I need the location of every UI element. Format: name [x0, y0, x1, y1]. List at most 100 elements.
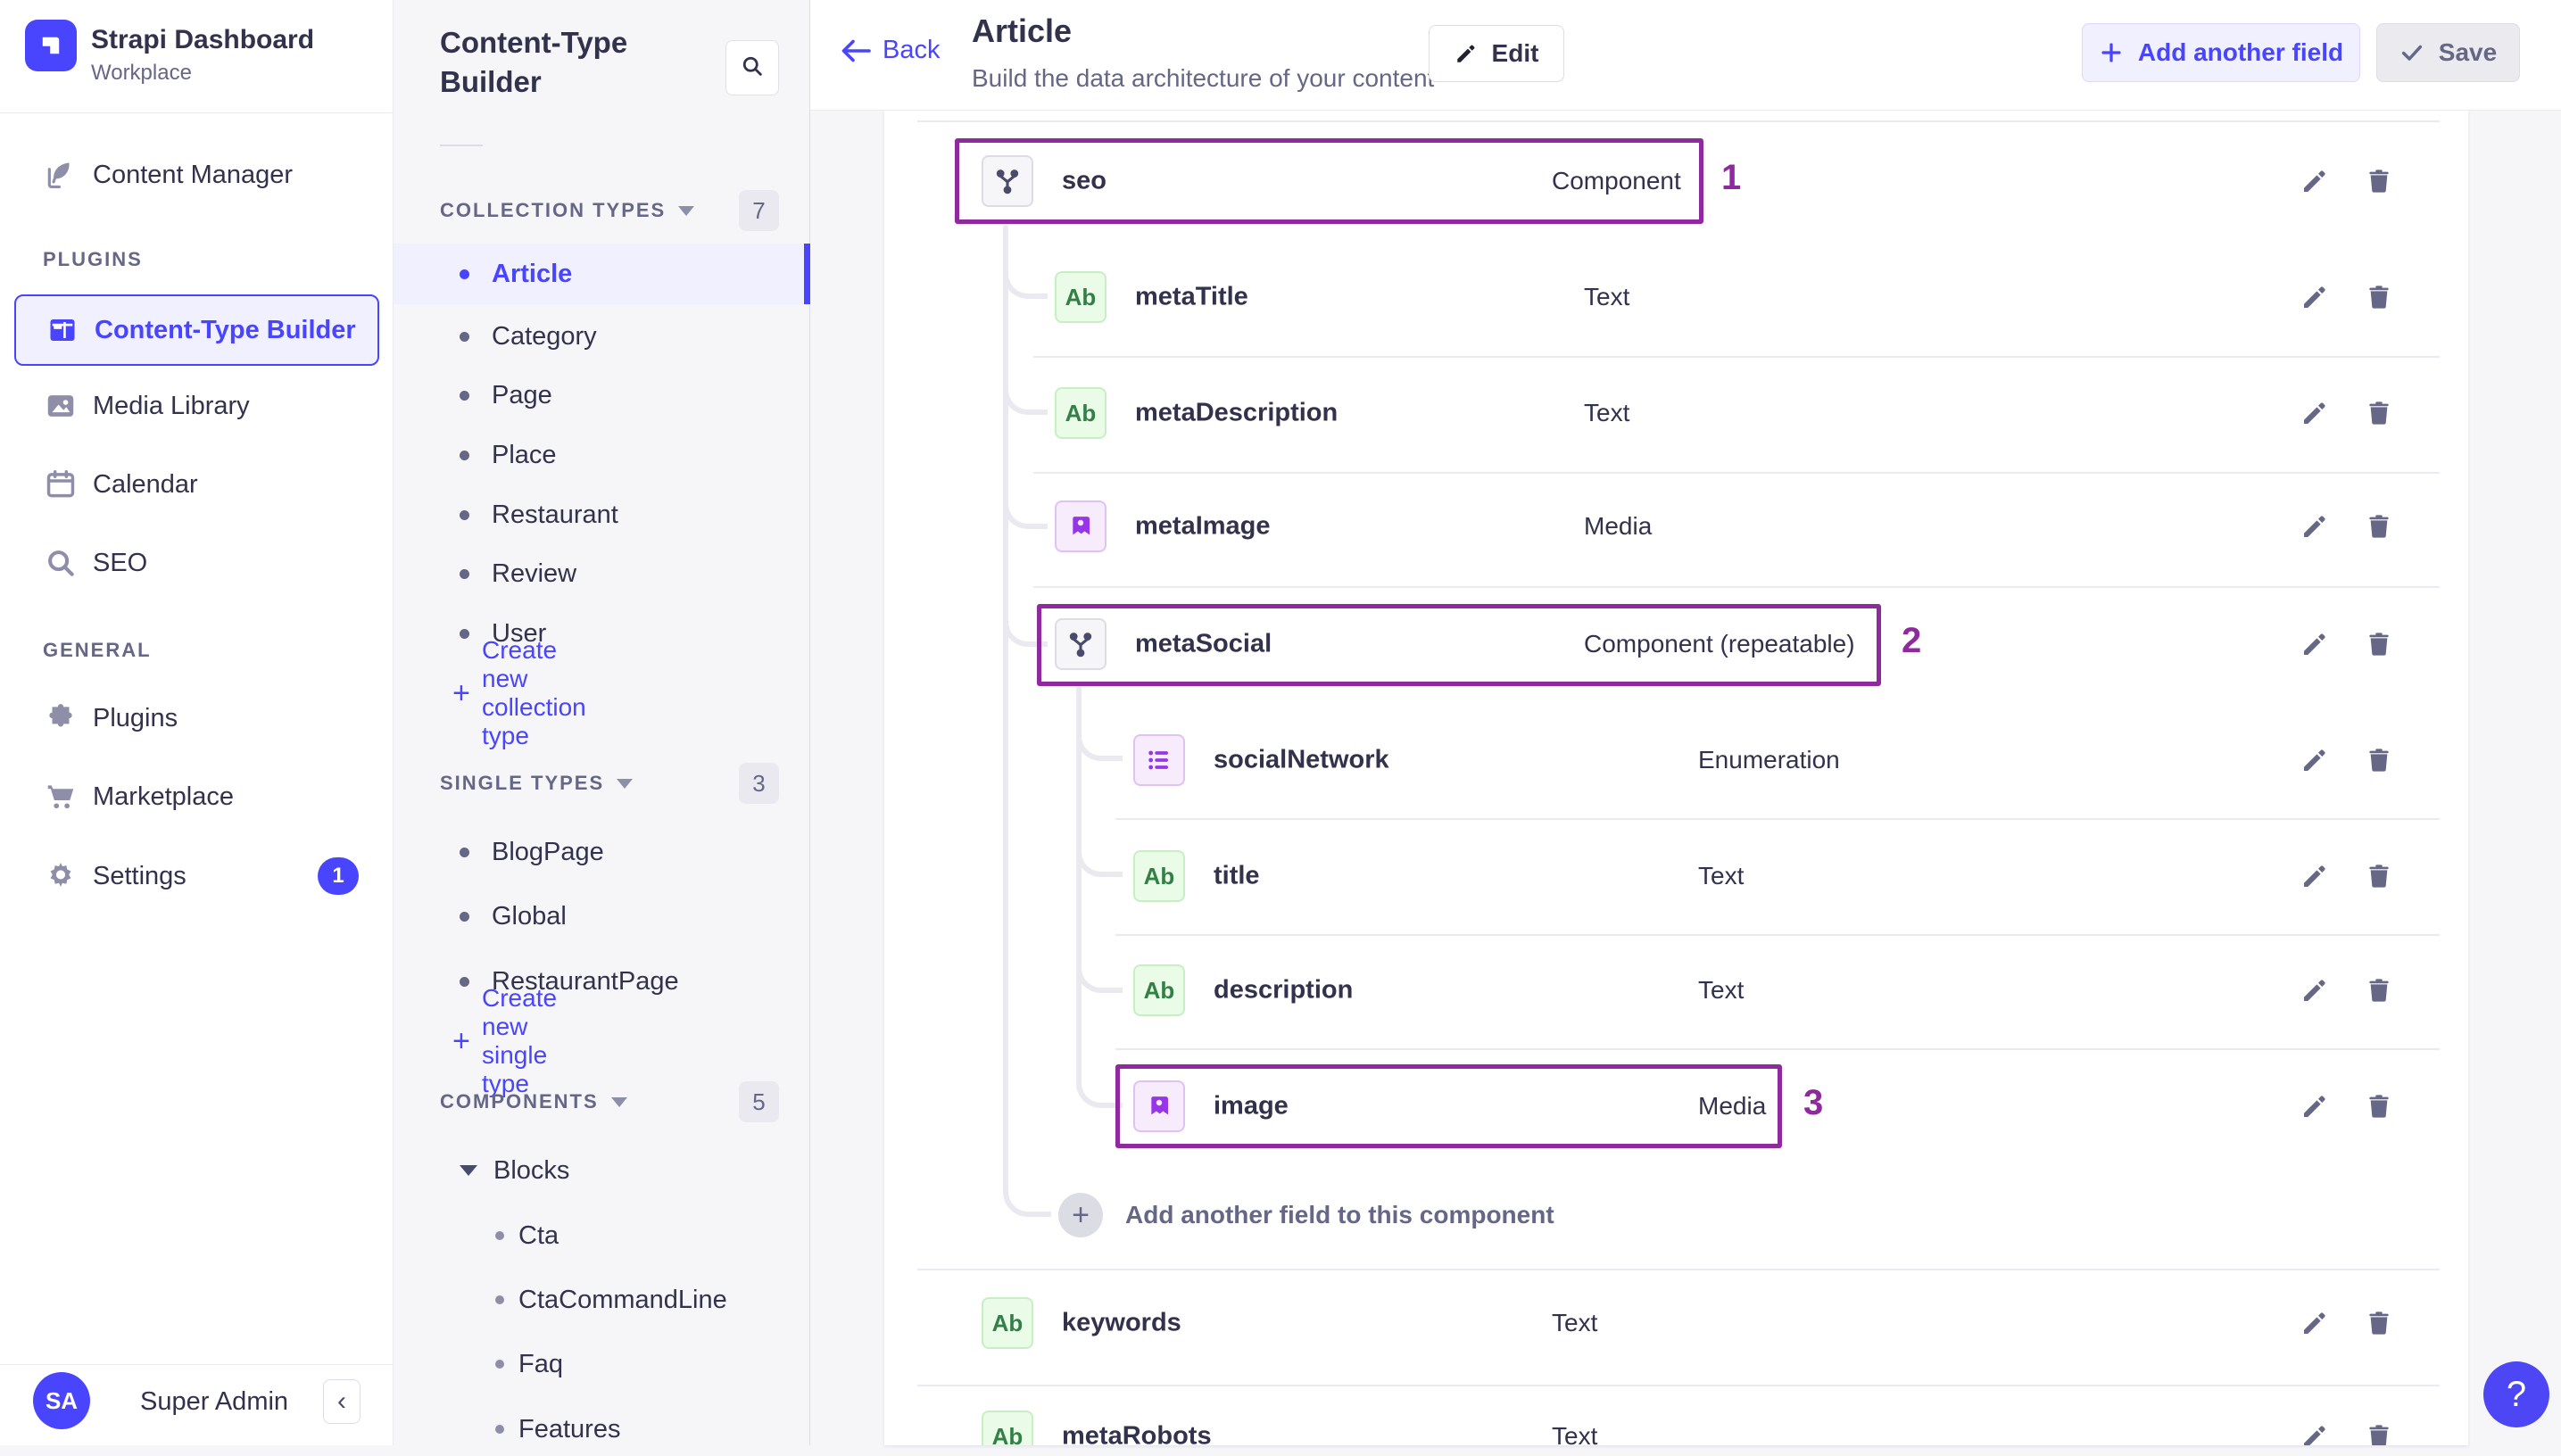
annotation-number-2: 2: [1902, 621, 1922, 660]
field-type: Text: [1584, 399, 1630, 426]
single-types-header[interactable]: SINGLE TYPES: [440, 770, 634, 797]
sidebar-item-media-library[interactable]: Media Library: [0, 378, 394, 434]
field-name: metaTitle: [1135, 282, 1248, 311]
bullet-icon: [460, 911, 469, 922]
collection-item-place[interactable]: Place: [394, 428, 810, 482]
title-divider: [440, 145, 483, 146]
components-header[interactable]: COMPONENTS: [440, 1088, 627, 1115]
section-label: COLLECTION TYPES: [440, 199, 667, 221]
edit-field-button[interactable]: [2297, 509, 2333, 544]
section-label: COMPONENTS: [440, 1090, 599, 1113]
component-item-ctacommandline[interactable]: CtaCommandLine: [394, 1273, 810, 1327]
field-type: Media: [1698, 1092, 1767, 1120]
sidebar-item-content-type-builder[interactable]: Content-Type Builder: [14, 294, 379, 366]
edit-field-button[interactable]: [2297, 1088, 2333, 1124]
back-link[interactable]: Back: [840, 36, 940, 65]
media-field-icon: [1133, 1080, 1185, 1132]
single-item-global[interactable]: Global: [394, 889, 810, 943]
sidebar-item-label: Plugins: [93, 703, 178, 732]
field-row-title: Ab title Text: [1133, 818, 2440, 934]
sidebar-item-seo[interactable]: SEO: [0, 535, 394, 591]
delete-field-button[interactable]: [2361, 972, 2397, 1008]
field-row-metaimage: metaImage Media: [1055, 468, 2440, 584]
edit-label: Edit: [1491, 39, 1539, 67]
sidebar-item-settings[interactable]: Settings 1: [0, 848, 394, 904]
field-type: Text: [1698, 976, 1745, 1004]
delete-field-button[interactable]: [2361, 626, 2397, 662]
sidebar-item-calendar[interactable]: Calendar: [0, 457, 394, 512]
plus-circle-icon: +: [1058, 1193, 1103, 1237]
delete-field-button[interactable]: [2361, 1419, 2397, 1445]
edit-field-button[interactable]: [2297, 395, 2333, 431]
chevron-down-icon: [610, 1096, 627, 1107]
edit-field-button[interactable]: [2297, 858, 2333, 894]
settings-badge: 1: [318, 857, 359, 895]
components-group-blocks[interactable]: Blocks: [394, 1146, 810, 1195]
edit-field-button[interactable]: [2297, 1305, 2333, 1341]
edit-field-button[interactable]: [2297, 163, 2333, 199]
single-item-restaurantpage[interactable]: RestaurantPage: [394, 955, 810, 1008]
add-another-field-button[interactable]: Add another field: [2082, 23, 2360, 82]
delete-field-button[interactable]: [2361, 1305, 2397, 1341]
avatar[interactable]: SA: [33, 1372, 90, 1429]
edit-field-button[interactable]: [2297, 972, 2333, 1008]
collection-item-restaurant[interactable]: Restaurant: [394, 488, 810, 542]
collection-item-page[interactable]: Page: [394, 368, 810, 422]
user-name: Super Admin: [140, 1387, 289, 1416]
sidebar-item-marketplace[interactable]: Marketplace: [0, 769, 394, 824]
collection-item-user[interactable]: User: [394, 607, 810, 660]
tree-elbow: [1076, 1065, 1123, 1108]
collection-item-category[interactable]: Category: [394, 310, 810, 363]
bullet-icon: [460, 509, 469, 520]
edit-field-button[interactable]: [2297, 626, 2333, 662]
collection-item-label: Place: [492, 440, 557, 469]
collection-item-review[interactable]: Review: [394, 547, 810, 600]
add-field-to-component-button[interactable]: + Add another field to this component: [982, 1171, 2440, 1260]
help-button[interactable]: ?: [2483, 1361, 2549, 1427]
delete-field-button[interactable]: [2361, 858, 2397, 894]
field-row-metadescription: Ab metaDescription Text: [1055, 355, 2440, 471]
page-subtitle: Build the data architecture of your cont…: [972, 64, 1435, 92]
search-button[interactable]: [725, 40, 779, 95]
field-name: socialNetwork: [1214, 745, 1389, 774]
component-item-features[interactable]: Features: [394, 1402, 810, 1456]
single-item-label: BlogPage: [492, 837, 604, 866]
delete-field-button[interactable]: [2361, 742, 2397, 778]
general-section-label: GENERAL: [43, 639, 152, 661]
field-type: Enumeration: [1698, 746, 1840, 774]
delete-field-button[interactable]: [2361, 1088, 2397, 1124]
collection-types-header[interactable]: COLLECTION TYPES: [440, 197, 695, 224]
bullet-icon: [460, 847, 469, 857]
collection-item-label: Review: [492, 558, 577, 588]
single-item-blogpage[interactable]: BlogPage: [394, 825, 810, 879]
collection-count-badge: 7: [739, 190, 779, 231]
sidebar-item-plugins[interactable]: Plugins: [0, 691, 394, 746]
tree-elbow: [1076, 950, 1123, 993]
delete-field-button[interactable]: [2361, 509, 2397, 544]
delete-field-button[interactable]: [2361, 163, 2397, 199]
sidebar-item-label: Settings: [93, 861, 186, 890]
bullet-icon: [495, 1360, 504, 1369]
edit-field-button[interactable]: [2297, 279, 2333, 315]
collection-item-article[interactable]: Article: [394, 244, 810, 304]
component-item-cta[interactable]: Cta: [394, 1209, 810, 1262]
sidebar-item-label: Content-Type Builder: [95, 315, 356, 344]
save-button[interactable]: Save: [2376, 23, 2520, 82]
cart-icon: [41, 777, 80, 816]
chevron-down-icon: [678, 205, 695, 216]
sidebar-item-label: Calendar: [93, 469, 198, 499]
sidebar-item-label: Content Manager: [93, 160, 294, 189]
edit-field-button[interactable]: [2297, 1419, 2333, 1445]
sidebar-divider: [0, 112, 394, 113]
field-row-socialnetwork: socialNetwork Enumeration: [1133, 702, 2440, 818]
delete-field-button[interactable]: [2361, 395, 2397, 431]
delete-field-button[interactable]: [2361, 279, 2397, 315]
field-type: Media: [1584, 512, 1653, 540]
edit-button[interactable]: Edit: [1429, 25, 1564, 82]
field-type: Component (repeatable): [1584, 630, 1855, 658]
component-item-faq[interactable]: Faq: [394, 1337, 810, 1391]
sidebar-item-content-manager[interactable]: Content Manager: [0, 147, 394, 203]
brand-subtitle: Workplace: [91, 61, 192, 85]
edit-field-button[interactable]: [2297, 742, 2333, 778]
sidebar-collapse-button[interactable]: ‹: [323, 1379, 361, 1424]
